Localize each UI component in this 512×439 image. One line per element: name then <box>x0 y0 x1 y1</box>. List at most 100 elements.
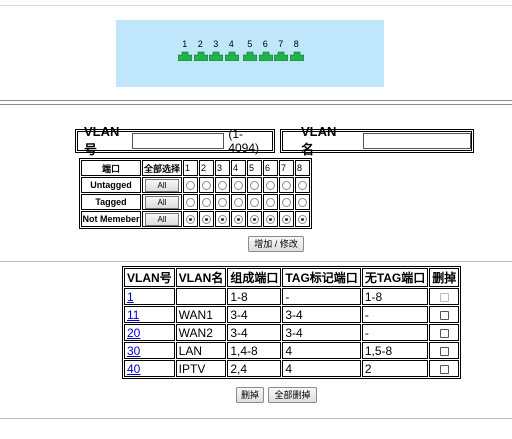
delete-checkbox[interactable] <box>439 310 449 320</box>
not-member-radio-7[interactable] <box>282 215 291 225</box>
port-number: 8 <box>293 39 299 49</box>
port-number: 5 <box>247 39 253 49</box>
tagged-ports-cell: - <box>282 288 361 305</box>
tagged-radio-8[interactable] <box>298 198 307 208</box>
vlan-name-input[interactable] <box>363 133 471 149</box>
port-col-1: 1 <box>183 160 198 176</box>
untagged-radio-8[interactable] <box>298 181 307 191</box>
col-delete: 删掉 <box>429 268 460 287</box>
tagged-row: Tagged All <box>81 194 310 210</box>
not-member-row: Not Memeber All <box>81 211 310 227</box>
vlan-list-header: VLAN号 VLAN名 组成端口 TAG标记端口 无TAG端口 删掉 <box>124 268 460 287</box>
vlan-name-group: VLAN名 <box>280 124 474 157</box>
port-col-2: 2 <box>199 160 214 176</box>
port-icon: 7 <box>273 40 289 62</box>
tagged-radio-2[interactable] <box>202 198 211 208</box>
not-member-radio-4[interactable] <box>234 215 243 225</box>
untagged-ports-cell: - <box>361 324 429 341</box>
col-vlan-name: VLAN名 <box>175 268 227 287</box>
port-number: 4 <box>228 39 234 49</box>
member-ports-cell: 2,4 <box>227 360 282 377</box>
vlan-id-group: VLAN号 (1-4094) <box>75 124 275 157</box>
port-number: 1 <box>182 39 188 49</box>
not-member-radio-1[interactable] <box>186 215 195 225</box>
vlan-form: VLAN号 (1-4094) VLAN名 <box>75 124 474 157</box>
not-member-radio-2[interactable] <box>202 215 211 225</box>
tagged-all-button[interactable]: All <box>145 195 179 209</box>
port-col-7: 7 <box>279 160 294 176</box>
vlan-id-input[interactable] <box>132 133 225 149</box>
vlan-name-label: VLAN名 <box>301 124 337 157</box>
vlan-name-cell: WAN2 <box>175 324 227 341</box>
delete-all-button[interactable]: 全部删掉 <box>268 387 317 403</box>
untagged-radio-3[interactable] <box>218 181 227 191</box>
delete-checkbox[interactable] <box>439 328 449 338</box>
table-row: 20 WAN2 3-4 3-4 - <box>124 324 460 341</box>
not-member-all-button[interactable]: All <box>145 212 179 226</box>
vlan-list-table: VLAN号 VLAN名 组成端口 TAG标记端口 无TAG端口 删掉 1 1-8… <box>122 266 462 379</box>
tagged-label: Tagged <box>81 194 141 210</box>
col-tagged-ports: TAG标记端口 <box>282 268 361 287</box>
untagged-ports-cell: 1,5-8 <box>361 342 429 359</box>
vlan-name-cell: IPTV <box>175 360 227 377</box>
tagged-radio-4[interactable] <box>234 198 243 208</box>
vlan-id-range: (1-4094) <box>228 127 260 155</box>
tagged-ports-cell: 3-4 <box>282 306 361 323</box>
add-modify-button[interactable]: 增加 / 修改 <box>248 236 304 252</box>
section-divider <box>0 100 512 105</box>
port-icon: 5 <box>242 40 258 62</box>
untagged-ports-cell: - <box>361 306 429 323</box>
untagged-radio-6[interactable] <box>266 181 275 191</box>
section-divider <box>0 261 512 262</box>
not-member-radio-5[interactable] <box>250 215 259 225</box>
vlan-id-link[interactable]: 30 <box>127 344 140 358</box>
not-member-radio-8[interactable] <box>298 215 307 225</box>
port-header-row: 端口 全部选择 1 2 3 4 5 6 7 8 <box>81 160 310 176</box>
tagged-ports-cell: 3-4 <box>282 324 361 341</box>
port-icon: 3 <box>208 40 224 62</box>
col-member-ports: 组成端口 <box>227 268 282 287</box>
port-number: 2 <box>197 39 203 49</box>
tagged-radio-5[interactable] <box>250 198 259 208</box>
col-vlan-id: VLAN号 <box>124 268 175 287</box>
port-icon: 8 <box>289 40 305 62</box>
not-member-radio-3[interactable] <box>218 215 227 225</box>
port-membership-table: 端口 全部选择 1 2 3 4 5 6 7 8 Untagged All Tag… <box>79 158 312 229</box>
select-all-label: 全部选择 <box>142 160 182 176</box>
port-header-label: 端口 <box>81 160 141 176</box>
port-icon: 6 <box>258 40 274 62</box>
table-row: 30 LAN 1,4-8 4 1,5-8 <box>124 342 460 359</box>
tagged-radio-3[interactable] <box>218 198 227 208</box>
port-number: 7 <box>278 39 284 49</box>
tagged-radio-7[interactable] <box>282 198 291 208</box>
vlan-id-link[interactable]: 20 <box>127 326 140 340</box>
delete-button[interactable]: 删掉 <box>236 387 264 403</box>
port-col-4: 4 <box>231 160 246 176</box>
tagged-radio-1[interactable] <box>186 198 195 208</box>
tagged-ports-cell: 4 <box>282 342 361 359</box>
vlan-id-link[interactable]: 11 <box>127 308 139 322</box>
untagged-radio-2[interactable] <box>202 181 211 191</box>
tagged-radio-6[interactable] <box>266 198 275 208</box>
not-member-label: Not Memeber <box>81 211 141 227</box>
untagged-radio-1[interactable] <box>186 181 195 191</box>
untagged-ports-cell: 2 <box>361 360 429 377</box>
port-icon: 1 <box>177 40 193 62</box>
vlan-name-cell: WAN1 <box>175 306 227 323</box>
vlan-id-link[interactable]: 40 <box>127 362 140 376</box>
not-member-radio-6[interactable] <box>266 215 275 225</box>
untagged-radio-5[interactable] <box>250 181 259 191</box>
delete-checkbox <box>439 292 449 302</box>
untagged-radio-7[interactable] <box>282 181 291 191</box>
untagged-all-button[interactable]: All <box>145 178 179 192</box>
section-divider <box>0 418 512 419</box>
table-row: 40 IPTV 2,4 4 2 <box>124 360 460 377</box>
untagged-radio-4[interactable] <box>234 181 243 191</box>
untagged-row: Untagged All <box>81 177 310 193</box>
member-ports-cell: 3-4 <box>227 324 282 341</box>
untagged-ports-cell: 1-8 <box>361 288 429 305</box>
delete-checkbox[interactable] <box>439 346 449 356</box>
col-untagged-ports: 无TAG端口 <box>361 268 429 287</box>
vlan-id-link[interactable]: 1 <box>127 290 134 304</box>
delete-checkbox[interactable] <box>439 364 449 374</box>
